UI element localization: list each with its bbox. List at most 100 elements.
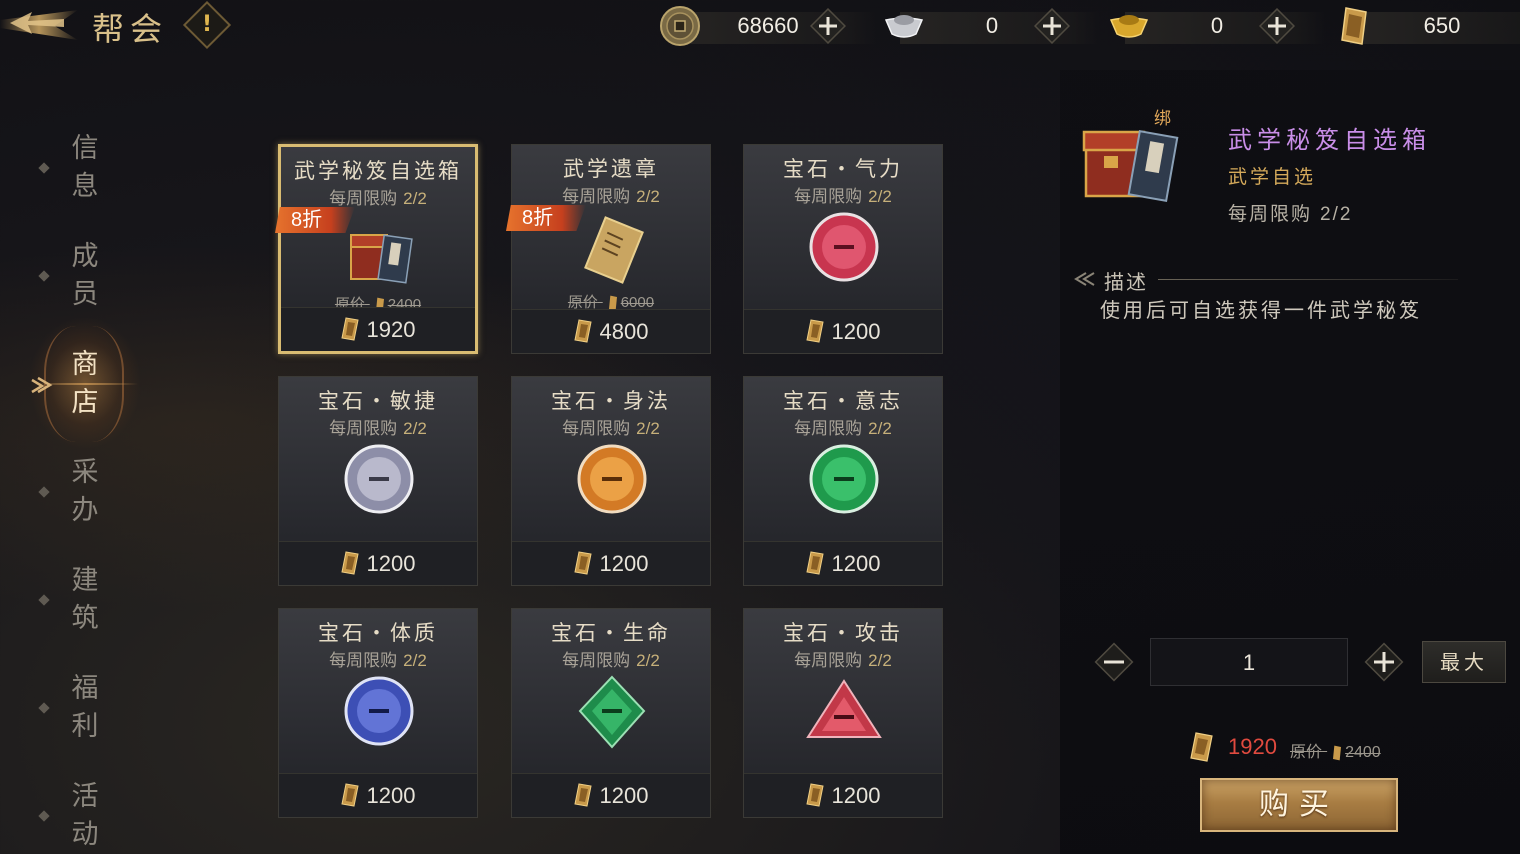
- item-price: 1200: [744, 783, 942, 809]
- gem-red-icon: [809, 212, 879, 282]
- item-name: 宝石・生命: [551, 621, 671, 645]
- guild-token-icon: [805, 319, 824, 343]
- item-limit: 每周限购 2/2: [329, 651, 427, 671]
- gem-diamond-green-icon: [578, 675, 646, 749]
- price-bar: 1200: [279, 541, 477, 585]
- shop-item-card[interactable]: 宝石・生命 每周限购 2/2 1200: [511, 608, 711, 818]
- item-name: 武学秘笈自选箱: [294, 159, 462, 183]
- item-price: 1200: [512, 783, 710, 809]
- guild-token-icon: [573, 319, 592, 343]
- chest-icon: [350, 234, 413, 284]
- nav-dot: [38, 486, 50, 498]
- currency-value: 68660: [737, 13, 799, 38]
- sidebar-item-members[interactable]: 成员: [38, 238, 120, 318]
- item-limit: 每周限购 2/2: [562, 419, 660, 439]
- nav-dot: [38, 810, 50, 822]
- price-bar: 1200: [744, 773, 942, 817]
- sidebar-item-label: 成员: [71, 241, 99, 310]
- sidebar-item-info[interactable]: 信息: [38, 130, 120, 210]
- guild-token-icon: [573, 783, 592, 807]
- plus-button[interactable]: [1034, 8, 1070, 44]
- guild-token-icon: [805, 551, 824, 575]
- back-arrow-icon[interactable]: [6, 6, 66, 40]
- shop-item-card[interactable]: 武学秘笈自选箱 每周限购 2/2 8折 原价 2400 1920: [275, 144, 478, 354]
- price-bar: 1920: [281, 307, 475, 351]
- item-price: 1200: [512, 551, 710, 577]
- sidebar-item-welfare[interactable]: 福利: [38, 670, 120, 750]
- plus-button[interactable]: [1259, 8, 1295, 44]
- bound-tag: 绑: [1154, 109, 1171, 129]
- nav-dot: [38, 594, 50, 606]
- guild-token-icon: [340, 317, 359, 341]
- sidebar-item-label: 商店: [71, 349, 99, 418]
- guild-token-icon: [805, 783, 824, 807]
- item-name: 宝石・敏捷: [318, 389, 438, 413]
- total-price-row: 1920 原价 2400: [1188, 730, 1428, 764]
- item-price: 1200: [279, 783, 477, 809]
- shop-item-card[interactable]: 宝石・体质 每周限购 2/2 1200: [278, 608, 478, 818]
- sidebar-item-buildings[interactable]: 建筑: [38, 562, 120, 642]
- detail-item-category: 武学自选: [1228, 166, 1317, 188]
- gem-silver-icon: [344, 444, 414, 514]
- guild-token-icon: [340, 783, 359, 807]
- guild-token-icon: [340, 551, 359, 575]
- gem-blue-icon: [344, 676, 414, 746]
- currency-value: 650: [1423, 13, 1461, 38]
- plus-button[interactable]: [810, 8, 846, 44]
- copper-coin-icon: [660, 6, 700, 46]
- info-icon[interactable]: !: [190, 8, 224, 42]
- total-original-price: 原价 2400: [1290, 742, 1381, 761]
- item-price: 1920: [281, 317, 475, 343]
- item-name: 武学遗章: [563, 157, 659, 181]
- max-quantity-button[interactable]: 最大: [1422, 641, 1506, 683]
- item-name: 宝石・意志: [783, 389, 903, 413]
- item-limit: 每周限购 2/2: [562, 651, 660, 671]
- detail-item-limit: 每周限购 2/2: [1228, 203, 1353, 225]
- chest-icon: [1082, 130, 1179, 202]
- shop-item-card[interactable]: 宝石・气力 每周限购 2/2 1200: [743, 144, 943, 354]
- price-bar: 1200: [744, 309, 942, 353]
- page-title: 帮会: [92, 10, 169, 48]
- silver-ingot-icon: [884, 15, 924, 38]
- shop-item-card[interactable]: 宝石・敏捷 每周限购 2/2 1200: [278, 376, 478, 586]
- item-limit: 每周限购 2/2: [794, 187, 892, 207]
- item-name: 宝石・攻击: [783, 621, 903, 645]
- nav-dot: [38, 162, 50, 174]
- nav-dot: [38, 270, 50, 282]
- price-bar: 1200: [744, 541, 942, 585]
- item-limit: 每周限购 2/2: [794, 419, 892, 439]
- item-name: 宝石・身法: [551, 389, 671, 413]
- price-bar: 1200: [279, 773, 477, 817]
- guild-token-icon: [1341, 7, 1367, 45]
- currency-value: 0: [985, 13, 999, 38]
- guild-token-icon: [573, 551, 592, 575]
- sidebar-item-purchase[interactable]: 采办: [38, 454, 120, 534]
- item-price: 4800: [512, 319, 710, 345]
- item-price: 1200: [744, 551, 942, 577]
- item-limit: 每周限购 2/2: [329, 189, 427, 209]
- gem-orange-icon: [577, 444, 647, 514]
- shop-item-card[interactable]: 宝石・攻击 每周限购 2/2 1200: [743, 608, 943, 818]
- quantity-input[interactable]: 1: [1150, 638, 1348, 686]
- quantity-minus-button[interactable]: [1092, 640, 1136, 684]
- sidebar-item-shop[interactable]: 商店: [40, 346, 120, 426]
- shop-item-card[interactable]: 宝石・身法 每周限购 2/2 1200: [511, 376, 711, 586]
- gold-ingot-icon: [1109, 15, 1149, 38]
- sidebar-item-events[interactable]: 活动: [38, 778, 120, 854]
- shop-item-card[interactable]: 武学遗章 每周限购 2/2 8折 原价 6000 4800: [506, 144, 711, 354]
- guild-token-icon: [1190, 732, 1213, 762]
- item-name: 宝石・气力: [783, 157, 903, 181]
- sidebar-item-label: 福利: [71, 673, 99, 742]
- guild-token-icon: [1333, 745, 1342, 761]
- price-bar: 1200: [512, 773, 710, 817]
- item-limit: 每周限购 2/2: [794, 651, 892, 671]
- item-price: 1200: [744, 319, 942, 345]
- detail-item-name: 武学秘笈自选箱: [1228, 126, 1431, 154]
- description-text: 使用后可自选获得一件武学秘笈: [1100, 298, 1422, 322]
- buy-button[interactable]: 购买: [1200, 778, 1398, 832]
- shop-item-card[interactable]: 宝石・意志 每周限购 2/2 1200: [743, 376, 943, 586]
- sidebar-item-label: 采办: [71, 457, 99, 526]
- quantity-plus-button[interactable]: [1362, 640, 1406, 684]
- item-limit: 每周限购 2/2: [562, 187, 660, 207]
- sidebar-item-label: 建筑: [71, 565, 99, 634]
